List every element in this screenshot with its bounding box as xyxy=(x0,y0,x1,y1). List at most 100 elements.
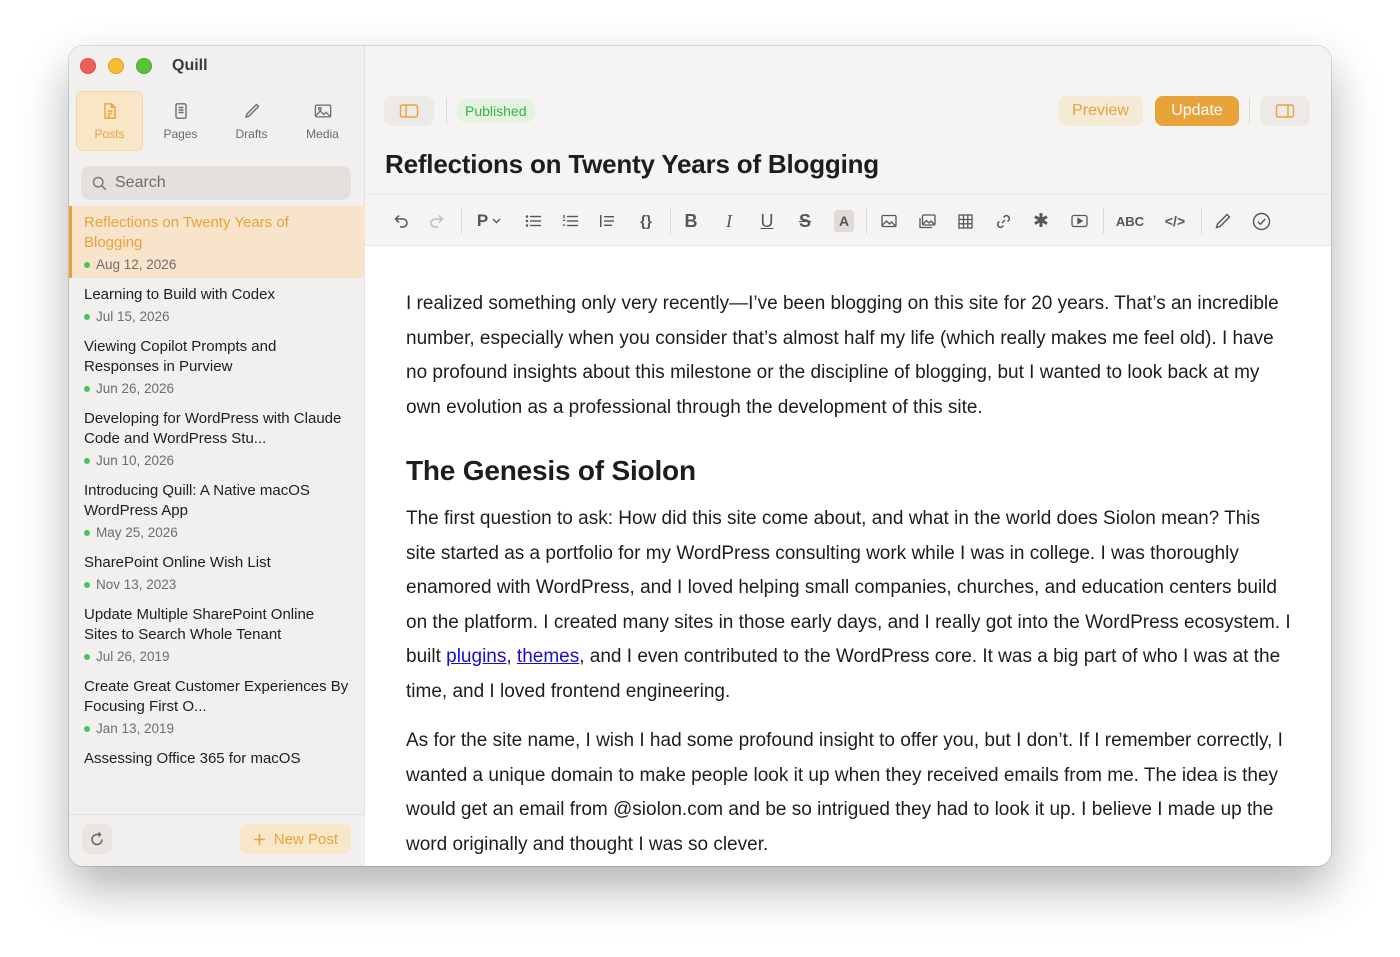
post-item[interactable]: Create Great Customer Experiences By Foc… xyxy=(69,670,365,742)
html-view-button[interactable]: </> xyxy=(1161,208,1189,234)
paragraph-format-dropdown[interactable]: P xyxy=(473,208,505,234)
insert-gallery-button[interactable] xyxy=(916,208,938,234)
search-input[interactable] xyxy=(115,174,335,192)
post-meta: Aug 12, 2026 xyxy=(84,257,351,272)
insert-link-button[interactable] xyxy=(992,208,1014,234)
zoom-window-button[interactable] xyxy=(136,58,152,74)
tab-posts[interactable]: Posts xyxy=(76,91,143,151)
toolbar-divider xyxy=(461,208,462,234)
refresh-button[interactable] xyxy=(82,824,112,854)
paragraph: As for the site name, I wish I had some … xyxy=(406,730,1283,855)
themes-link[interactable]: themes xyxy=(517,646,579,667)
numbered-list-button[interactable] xyxy=(559,208,581,234)
check-button[interactable] xyxy=(1250,208,1272,234)
italic-icon: I xyxy=(726,210,732,231)
post-meta: Nov 13, 2023 xyxy=(84,577,351,592)
document-icon xyxy=(103,102,116,119)
toolbar-divider xyxy=(670,208,671,234)
underline-button[interactable]: U xyxy=(756,208,778,234)
paragraph-text: , xyxy=(506,646,517,667)
highlight-button[interactable]: A xyxy=(834,210,854,232)
post-item[interactable]: Update Multiple SharePoint Online Sites … xyxy=(69,598,365,670)
post-item[interactable]: Assessing Office 365 for macOS xyxy=(69,742,365,775)
insert-table-button[interactable] xyxy=(954,208,976,234)
link-icon xyxy=(996,214,1010,228)
minimize-window-button[interactable] xyxy=(108,58,124,74)
blockquote-button[interactable] xyxy=(596,208,618,234)
close-window-button[interactable] xyxy=(80,58,96,74)
published-status-dot xyxy=(84,581,90,588)
italic-button[interactable]: I xyxy=(718,208,740,234)
undo-button[interactable] xyxy=(390,208,412,234)
quote-icon xyxy=(600,215,614,227)
post-item[interactable]: Learning to Build with Codex Jul 15, 202… xyxy=(69,278,365,330)
update-button[interactable]: Update xyxy=(1155,96,1239,126)
post-date: Jan 13, 2019 xyxy=(96,721,175,736)
insert-image-button[interactable] xyxy=(878,208,900,234)
app-window: Quill Posts Pages Drafts Media Search Re… xyxy=(69,46,1331,866)
post-date: Jun 26, 2026 xyxy=(96,381,175,396)
post-item[interactable]: Introducing Quill: A Native macOS WordPr… xyxy=(69,474,365,546)
refresh-icon xyxy=(91,831,103,846)
asterisk-icon: ✱ xyxy=(1033,210,1049,232)
spellcheck-button[interactable]: ABC xyxy=(1114,208,1146,234)
tab-drafts[interactable]: Drafts xyxy=(218,91,285,151)
toolbar-divider xyxy=(1249,98,1250,124)
toggle-inspector-button[interactable] xyxy=(1260,96,1310,126)
pencil-icon xyxy=(1215,213,1231,229)
new-post-label: New Post xyxy=(273,830,338,848)
paragraph-text: The first question to ask: How did this … xyxy=(406,508,1291,667)
post-item[interactable]: Viewing Copilot Prompts and Responses in… xyxy=(69,330,365,402)
editor-header: Published Preview Update Reflections on … xyxy=(365,46,1331,194)
checkmark-circle-icon xyxy=(1252,212,1270,230)
post-item-active[interactable]: Reflections on Twenty Years of Blogging … xyxy=(69,206,365,278)
post-meta: Jul 15, 2026 xyxy=(84,309,351,324)
post-date: Jul 26, 2019 xyxy=(96,649,170,664)
app-title: Quill xyxy=(172,57,208,74)
tab-pages[interactable]: Pages xyxy=(147,91,214,151)
new-post-button[interactable]: New Post xyxy=(239,824,351,854)
post-item[interactable]: SharePoint Online Wish List Nov 13, 2023 xyxy=(69,546,365,598)
preview-button[interactable]: Preview xyxy=(1058,96,1143,126)
status-badge: Published xyxy=(456,99,536,123)
bullet-list-icon xyxy=(525,215,541,227)
redo-button[interactable] xyxy=(426,208,448,234)
post-title: Learning to Build with Codex xyxy=(84,286,275,303)
tab-label: Drafts xyxy=(235,126,268,141)
insert-embed-button[interactable] xyxy=(1068,208,1090,234)
plugins-link[interactable]: plugins xyxy=(446,646,506,667)
post-date: May 25, 2026 xyxy=(96,525,178,540)
bullet-list-button[interactable] xyxy=(522,208,544,234)
strikethrough-button[interactable]: S xyxy=(794,208,816,234)
post-date: Nov 13, 2023 xyxy=(96,577,177,592)
post-date: Jul 15, 2026 xyxy=(96,309,170,324)
published-status-dot xyxy=(84,261,90,268)
post-title: Viewing Copilot Prompts and Responses in… xyxy=(84,338,277,375)
edit-mode-button[interactable] xyxy=(1212,208,1234,234)
post-title: Developing for WordPress with Claude Cod… xyxy=(84,410,342,447)
undo-icon xyxy=(394,214,408,228)
search-box xyxy=(81,166,351,200)
editor-content[interactable]: I realized something only very recently—… xyxy=(365,246,1331,866)
table-icon xyxy=(957,213,973,229)
bold-button[interactable]: B xyxy=(680,208,702,234)
post-title: Introducing Quill: A Native macOS WordPr… xyxy=(84,482,310,519)
post-date: Aug 12, 2026 xyxy=(96,257,177,272)
published-status-dot xyxy=(84,385,90,392)
photo-icon xyxy=(314,104,331,117)
strikethrough-icon: S xyxy=(798,210,811,231)
toggle-sidebar-button[interactable] xyxy=(384,96,434,126)
plus-icon xyxy=(253,833,265,845)
tab-media[interactable]: Media xyxy=(289,91,356,151)
post-title-field[interactable]: Reflections on Twenty Years of Blogging xyxy=(385,149,879,180)
published-status-dot xyxy=(84,313,90,320)
page-icon xyxy=(174,102,187,119)
post-date: Jun 10, 2026 xyxy=(96,453,175,468)
code-block-button[interactable]: {} xyxy=(634,208,658,234)
insert-footnote-button[interactable]: ✱ xyxy=(1030,208,1052,234)
code-view-label: </> xyxy=(1164,213,1186,229)
published-status-dot xyxy=(84,529,90,536)
sidebar: Quill Posts Pages Drafts Media Search Re… xyxy=(69,46,365,866)
post-item[interactable]: Developing for WordPress with Claude Cod… xyxy=(69,402,365,474)
chevron-down-icon xyxy=(492,218,501,224)
